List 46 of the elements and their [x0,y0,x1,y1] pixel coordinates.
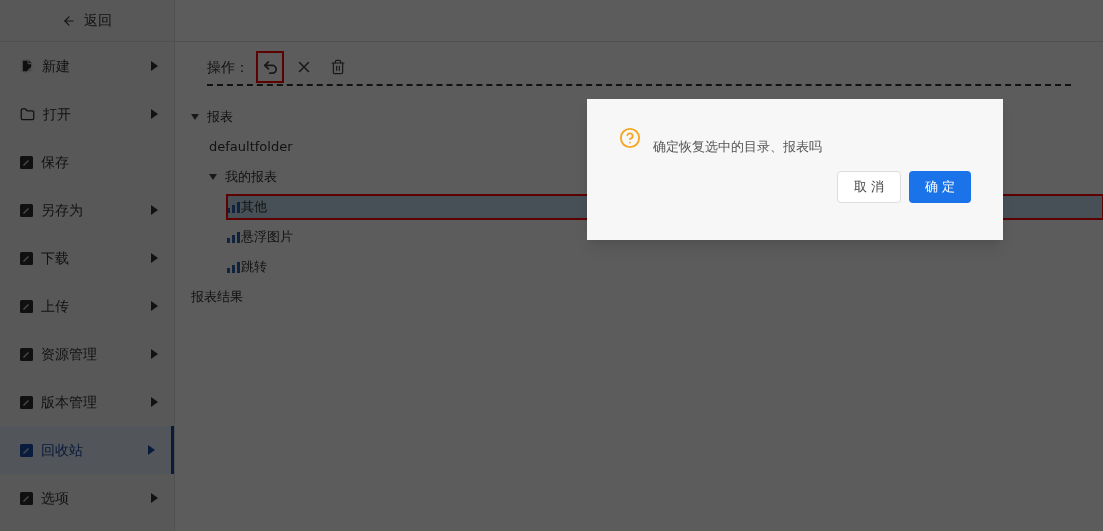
menu-item[interactable]: 回收站 [0,426,174,474]
caret-icon [151,301,158,311]
document-icon [20,299,33,313]
caret-icon [151,205,158,215]
caret-icon [148,445,155,455]
bar-chart-icon [227,201,240,213]
document-icon [20,203,33,217]
menu-item[interactable]: 另存为 [0,186,174,234]
back-button[interactable]: 返回 [0,0,174,42]
tree-item[interactable]: defaultfolder [209,135,301,159]
document-icon [20,155,33,169]
confirm-button[interactable]: 确 定 [908,170,971,203]
undo-icon[interactable] [257,52,283,82]
folder-icon [20,106,35,122]
caret-icon [151,349,158,359]
tree-item[interactable]: 悬浮图片 [227,225,301,249]
help-icon [619,127,641,149]
bar-chart-icon [227,231,240,243]
tree-item[interactable]: 报表结果 [191,285,251,309]
document-icon [20,443,33,457]
expand-arrow-icon [209,174,217,180]
menu-item[interactable]: 版本管理 [0,378,174,426]
menu-item[interactable]: 资源管理 [0,330,174,378]
caret-icon [151,61,158,71]
menu-item[interactable]: 新建 [0,42,174,90]
menu-item[interactable]: 打开 [0,90,174,138]
document-icon [20,347,33,361]
dialog-message: 确定恢复选中的目录、报表吗 [653,138,822,156]
caret-icon [151,397,158,407]
document-icon [20,395,33,409]
caret-icon [151,109,158,119]
document-icon [20,251,33,265]
bar-chart-icon [227,261,240,273]
toolbar-label: 操作： [207,57,249,77]
file-plus-icon [20,59,34,73]
menu-item[interactable]: 保存 [0,138,174,186]
cancel-button[interactable]: 取 消 [836,170,901,203]
tree-item[interactable]: 我的报表 [209,165,285,189]
expand-arrow-icon [191,114,199,120]
caret-icon [151,253,158,263]
menu-item[interactable]: 下载 [0,234,174,282]
tree-item[interactable]: 报表 [191,105,241,129]
tree-item[interactable]: 跳转 [227,255,275,279]
menu-item[interactable]: 选项 [0,474,174,522]
caret-icon [151,493,158,503]
document-icon [20,491,33,505]
